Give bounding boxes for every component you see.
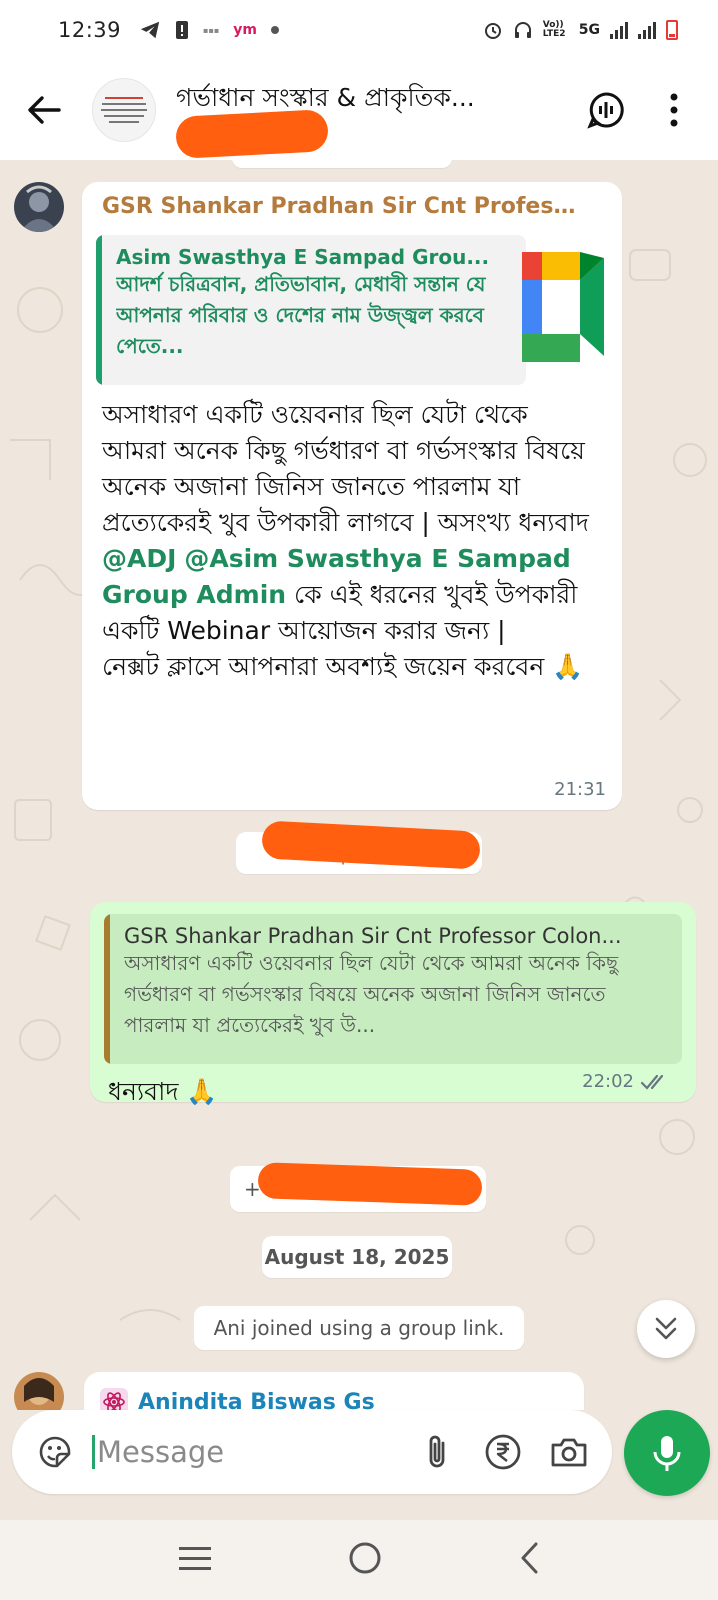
battery-low-icon — [666, 20, 678, 40]
google-meet-icon — [522, 252, 604, 362]
quoted-text: আদর্শ চরিত্রবান, প্রতিভাবান, মেধাবী সন্ত… — [116, 272, 486, 358]
camera-button[interactable] — [546, 1429, 592, 1475]
voice-chat-icon — [587, 92, 624, 129]
ym-icon: ym — [233, 22, 258, 38]
sticker-button[interactable] — [32, 1429, 78, 1475]
back-button[interactable] — [22, 88, 66, 132]
sender-avatar[interactable] — [14, 182, 64, 232]
recents-icon — [179, 1547, 211, 1570]
fiveg-label: 5G — [578, 22, 600, 38]
sticker-icon — [39, 1436, 71, 1468]
date-text: August 18, 2025 — [264, 1245, 450, 1269]
more-options-button[interactable] — [650, 86, 698, 134]
message-time: 22:02 — [582, 1071, 634, 1092]
mic-icon — [653, 1436, 681, 1471]
chat-area[interactable]: GSR Shankar Pradhan Sir Cnt Professor...… — [0, 160, 718, 1410]
home-button[interactable] — [348, 1541, 382, 1579]
payment-button[interactable] — [480, 1429, 526, 1475]
voice-record-button[interactable] — [624, 1410, 710, 1496]
system-message: Ani joined using a group link. — [194, 1306, 524, 1350]
quoted-text: অসাধারণ একটি ওয়েবনার ছিল যেটা থেকে আমরা… — [124, 951, 619, 1037]
message-time: 21:31 — [554, 779, 606, 800]
message-body: অসাধারণ একটি ওয়েবনার ছিল যেটা থেকে আমরা… — [96, 397, 596, 685]
arrow-back-icon — [28, 96, 61, 124]
attach-icon — [429, 1435, 445, 1468]
chevron-left-icon — [521, 1542, 538, 1574]
nav-back-button[interactable] — [518, 1541, 540, 1579]
status-time: 12:39 — [58, 18, 122, 42]
mention-adj[interactable]: @ADJ — [102, 544, 176, 573]
attach-button[interactable] — [414, 1429, 460, 1475]
system-nav-bar — [0, 1520, 718, 1600]
chat-header: গর্ভাধান সংস্কার & প্রাকৃতিক... — [0, 60, 718, 160]
volte-label: Vo)) LTE2 — [542, 20, 566, 39]
quoted-message[interactable]: Asim Swasthya E Sampad Grou... আদর্শ চরি… — [96, 235, 526, 385]
double-check-icon — [640, 1074, 664, 1090]
date-separator: August 18, 2025 — [262, 1236, 452, 1278]
double-chevron-down-icon — [655, 1317, 677, 1340]
message-composer[interactable]: Message — [12, 1410, 612, 1494]
message-meta: 22:02 — [582, 1071, 670, 1092]
status-left-icons: ▪▪▪ ym — [139, 20, 280, 40]
avatar-image-icon — [20, 185, 58, 232]
status-bar: 12:39 ▪▪▪ ym Vo)) LTE2 5G — [0, 0, 718, 60]
notification-small-icon: ▪▪▪ — [203, 25, 220, 35]
telegram-icon — [140, 21, 160, 39]
camera-icon — [551, 1438, 587, 1467]
message-text-1: অসাধারণ একটি ওয়েবনার ছিল যেটা থেকে আমরা… — [102, 400, 589, 537]
quoted-sender-name: GSR Shankar Pradhan Sir Cnt Professor Co… — [124, 924, 622, 948]
quoted-message[interactable]: GSR Shankar Pradhan Sir Cnt Professor Co… — [104, 914, 682, 1064]
atom-icon — [100, 1388, 128, 1410]
top-partial-pill — [232, 160, 452, 168]
voice-chat-button[interactable] — [582, 86, 630, 134]
incoming-message[interactable]: GSR Shankar Pradhan Sir Cnt Professor...… — [82, 182, 622, 810]
signal-2-icon — [638, 21, 656, 39]
more-vert-icon — [670, 93, 678, 127]
system-message-text: Ani joined using a group link. — [213, 1316, 505, 1340]
redaction-mark — [175, 109, 329, 159]
quoted-sender-name: Asim Swasthya E Sampad Grou... — [116, 245, 490, 269]
group-avatar[interactable] — [92, 78, 156, 142]
home-circle-icon — [349, 1542, 381, 1574]
recent-apps-button[interactable] — [178, 1544, 212, 1576]
notification-dot-icon — [271, 26, 280, 34]
incoming-message-partial[interactable]: Anindita Biswas Gs — [84, 1372, 584, 1410]
message-text-3: নেক্সট ক্লাসে আপনারা অবশ্যই জয়েন করবেন … — [102, 652, 584, 681]
status-right-icons: Vo)) LTE2 5G — [483, 20, 678, 40]
message-sender-name[interactable]: GSR Shankar Pradhan Sir Cnt Professor... — [102, 194, 582, 219]
alarm-icon — [484, 23, 501, 39]
scroll-to-bottom-button[interactable] — [637, 1300, 695, 1358]
signal-icon — [610, 21, 628, 39]
outgoing-message[interactable]: GSR Shankar Pradhan Sir Cnt Professor Co… — [90, 902, 696, 1106]
sim-alert-icon — [176, 21, 189, 39]
message-input[interactable]: Message — [92, 1435, 414, 1469]
rupee-icon — [485, 1434, 521, 1470]
headphones-icon — [514, 22, 531, 38]
message-sender-name[interactable]: Anindita Biswas Gs — [138, 1390, 375, 1411]
